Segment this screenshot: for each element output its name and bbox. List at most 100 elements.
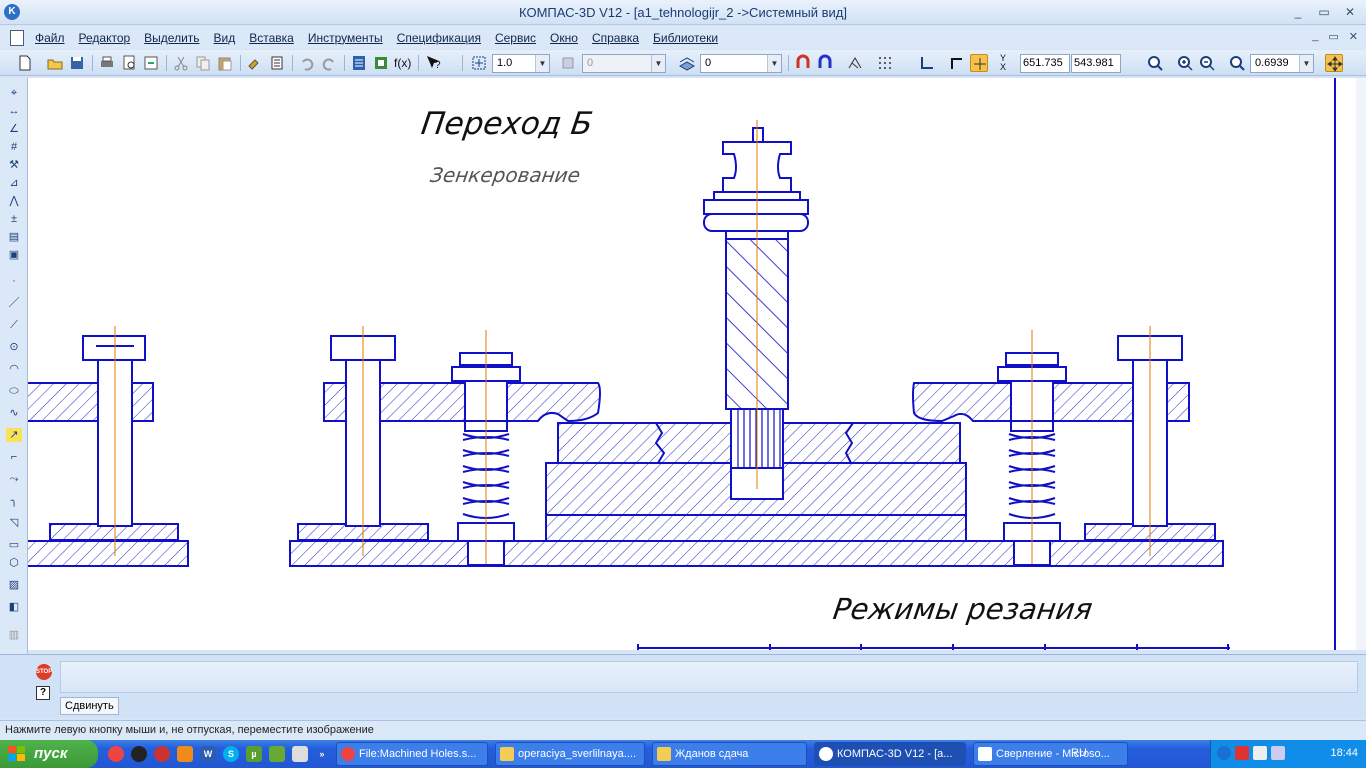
- menu-file[interactable]: Файл: [35, 31, 65, 45]
- scale-select[interactable]: 1.0 ▼: [492, 54, 550, 73]
- point-tool-icon[interactable]: ·: [6, 274, 22, 288]
- context-help-icon[interactable]: ?: [424, 54, 442, 72]
- grid-icon[interactable]: [876, 54, 894, 72]
- zoom-in-icon[interactable]: [1176, 54, 1194, 72]
- game-icon[interactable]: [269, 746, 285, 762]
- layer-select[interactable]: 0 ▼: [582, 54, 666, 73]
- cut-icon[interactable]: [172, 54, 190, 72]
- doc-minimize-button[interactable]: _: [1312, 30, 1318, 43]
- export-icon[interactable]: [142, 54, 160, 72]
- volume-icon[interactable]: [1271, 746, 1285, 760]
- stop-icon[interactable]: STOP: [36, 664, 52, 680]
- polyline-tool-icon[interactable]: ↗: [6, 428, 22, 442]
- show-hidden-icon[interactable]: [1217, 746, 1231, 760]
- zoom-scale-icon[interactable]: [1228, 54, 1246, 72]
- chamfer-tool-icon[interactable]: ◹: [6, 516, 22, 530]
- desktop-icon[interactable]: [292, 746, 308, 762]
- skype-icon[interactable]: S: [223, 746, 239, 762]
- zoom-select[interactable]: 0.6939 ▼: [1250, 54, 1314, 73]
- open-folder-icon[interactable]: [46, 54, 64, 72]
- snap-magnet-icon[interactable]: [794, 54, 812, 72]
- utorrent-icon[interactable]: µ: [246, 746, 262, 762]
- chevron-down-icon[interactable]: ▼: [535, 55, 549, 72]
- select-tool-icon[interactable]: ⋀: [6, 194, 22, 208]
- fx-icon[interactable]: f(x): [394, 54, 412, 72]
- doc-restore-button[interactable]: ▭: [1328, 30, 1338, 43]
- menu-specification[interactable]: Спецификация: [397, 31, 481, 45]
- menu-help[interactable]: Справка: [592, 31, 639, 45]
- style-select[interactable]: 0 ▼: [700, 54, 782, 73]
- arc-tool-icon[interactable]: ◠: [6, 362, 22, 376]
- minimize-button[interactable]: _: [1288, 3, 1308, 21]
- chevron-down-icon[interactable]: ▼: [651, 55, 665, 72]
- dimensions-tool-icon[interactable]: ↔: [6, 104, 22, 118]
- geometry-tool-icon[interactable]: ⌖: [6, 86, 22, 100]
- new-file-icon[interactable]: [16, 54, 34, 72]
- menu-view[interactable]: Вид: [214, 31, 236, 45]
- contour-tool-icon[interactable]: ◧: [6, 600, 22, 614]
- zoom-out-icon[interactable]: [1198, 54, 1216, 72]
- save-icon[interactable]: [68, 54, 86, 72]
- task-folder-zhdanov[interactable]: Жданов сдача: [652, 742, 807, 766]
- line-tool-icon[interactable]: ／: [6, 296, 22, 310]
- print-icon[interactable]: [98, 54, 116, 72]
- zoom-window-icon[interactable]: [1146, 54, 1164, 72]
- hatch-tool-icon[interactable]: ▨: [6, 578, 22, 592]
- variables-icon[interactable]: [372, 54, 390, 72]
- ellipse-tool-icon[interactable]: ⬭: [6, 384, 22, 398]
- menu-editor[interactable]: Редактор: [79, 31, 131, 45]
- menu-window[interactable]: Окно: [550, 31, 578, 45]
- pan-icon[interactable]: [1325, 54, 1343, 72]
- media-player-icon[interactable]: [131, 746, 147, 762]
- round-mode-icon[interactable]: [948, 54, 966, 72]
- clock[interactable]: 18:44: [1330, 747, 1358, 759]
- chevron-down-icon[interactable]: ▼: [1299, 55, 1313, 72]
- language-indicator[interactable]: RU: [1071, 747, 1087, 759]
- tab-pan[interactable]: Сдвинуть: [60, 697, 119, 715]
- security-icon[interactable]: [1235, 746, 1249, 760]
- polygon-tool-icon[interactable]: ⬡: [6, 556, 22, 570]
- help-icon[interactable]: ?: [36, 686, 50, 700]
- menu-service[interactable]: Сервис: [495, 31, 536, 45]
- scale-icon[interactable]: [470, 54, 488, 72]
- spec-tool-icon[interactable]: ±: [6, 212, 22, 226]
- measure-tool-icon[interactable]: ⊿: [6, 176, 22, 190]
- doc-close-button[interactable]: ✕: [1349, 30, 1358, 43]
- menu-tools[interactable]: Инструменты: [308, 31, 383, 45]
- menu-insert[interactable]: Вставка: [249, 31, 294, 45]
- spline-tool-icon[interactable]: ∿: [6, 406, 22, 420]
- style-icon[interactable]: [678, 54, 696, 72]
- task-kompas[interactable]: КОМПАС-3D V12 - [a...: [814, 742, 966, 766]
- opera-icon[interactable]: [154, 746, 170, 762]
- nurbs-tool-icon[interactable]: ⌐: [6, 450, 22, 464]
- vertical-scrollbar[interactable]: [1356, 78, 1366, 650]
- circle-tool-icon[interactable]: ⊙: [6, 340, 22, 354]
- start-button[interactable]: пуск: [0, 740, 98, 768]
- print-preview-icon[interactable]: [120, 54, 138, 72]
- chrome-quicklaunch-icon[interactable]: [108, 746, 124, 762]
- copy-icon[interactable]: [194, 54, 212, 72]
- network-icon[interactable]: [1253, 746, 1267, 760]
- undo-icon[interactable]: [298, 54, 316, 72]
- close-button[interactable]: ✕: [1340, 3, 1360, 21]
- bezier-tool-icon[interactable]: ⤳: [6, 472, 22, 486]
- parametrization-tool-icon[interactable]: ⚒: [6, 158, 22, 172]
- maximize-button[interactable]: ▭: [1314, 3, 1334, 21]
- coord-y-field[interactable]: 543.981: [1071, 54, 1121, 73]
- ortho-icon[interactable]: [918, 54, 936, 72]
- insert-tool-icon[interactable]: ▣: [6, 248, 22, 262]
- task-chrome[interactable]: File:Machined Holes.s...: [336, 742, 488, 766]
- layer-icon[interactable]: [560, 54, 578, 72]
- symbols-tool-icon[interactable]: ∠: [6, 122, 22, 136]
- more-quicklaunch-icon[interactable]: »: [314, 746, 330, 762]
- redo-icon[interactable]: [320, 54, 338, 72]
- rectangle-tool-icon[interactable]: ▭: [6, 538, 22, 552]
- word-quicklaunch-icon[interactable]: W: [200, 746, 216, 762]
- cursor-mode-icon[interactable]: [970, 54, 988, 72]
- task-folder-operaciya[interactable]: operaciya_sverlilnaya....: [495, 742, 645, 766]
- coord-x-field[interactable]: 651.735: [1020, 54, 1070, 73]
- document-icon[interactable]: [10, 30, 24, 46]
- local-cs-icon[interactable]: [846, 54, 864, 72]
- edit-tool-icon[interactable]: #: [6, 140, 22, 154]
- segment-tool-icon[interactable]: ⟋: [6, 318, 22, 332]
